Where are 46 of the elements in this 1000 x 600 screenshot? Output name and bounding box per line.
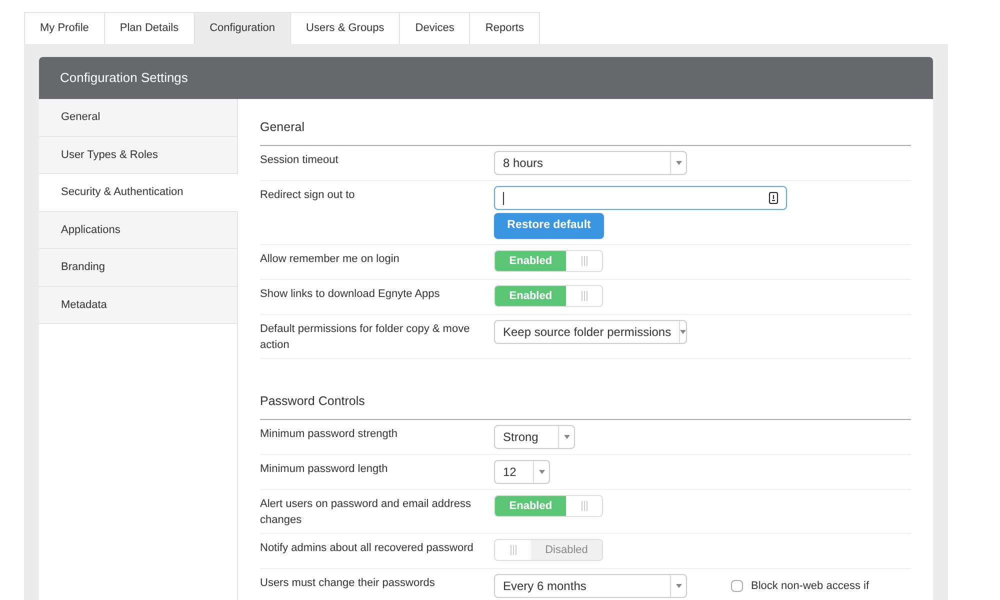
setting-label: Show links to download Egnyte Apps: [260, 287, 441, 302]
sidebar-item[interactable]: General: [39, 99, 237, 136]
section-title: Password Controls: [260, 394, 365, 408]
setting-label: Redirect sign out to: [260, 188, 356, 203]
checkbox[interactable]: [731, 580, 743, 592]
caret-icon: [538, 470, 544, 474]
setting-label: Allow remember me on login: [260, 252, 400, 267]
dropdown[interactable]: 12: [494, 460, 550, 484]
tab[interactable]: Users & Groups: [291, 12, 400, 44]
dropdown[interactable]: 8 hours: [494, 151, 687, 175]
sidebar-item[interactable]: User Types & Roles: [39, 136, 237, 174]
tab[interactable]: Configuration: [194, 12, 292, 44]
caret-icon: [680, 330, 686, 334]
toggle-label: Enabled: [495, 286, 566, 306]
caret-icon: [676, 161, 682, 165]
setting-label: Users must change their passwords: [260, 576, 436, 591]
url-field[interactable]: [494, 186, 787, 210]
setting-label: Notify admins about all recovered password: [260, 541, 474, 556]
setting-label: Minimum password length: [260, 462, 389, 477]
dropdown[interactable]: Every 6 months: [494, 574, 687, 598]
setting-label: Session timeout: [260, 153, 340, 168]
tab[interactable]: My Profile: [24, 12, 105, 44]
setting-label: Alert users on password and email address changes: [260, 497, 472, 528]
grip-icon: [580, 256, 588, 266]
caret-icon: [564, 435, 570, 439]
sidebar-item[interactable]: Branding: [39, 249, 237, 286]
dropdown[interactable]: Strong: [494, 425, 575, 449]
sidebar-item[interactable]: Security & Authentication: [39, 174, 238, 212]
sidebar-item[interactable]: Applications: [39, 212, 237, 249]
setting-label: Minimum password strength: [260, 427, 399, 442]
toggle-label: Enabled: [495, 251, 566, 271]
panel-title: Configuration Settings: [60, 69, 188, 88]
toggle-label: Disabled: [531, 540, 602, 560]
checkbox-label: Block non-web access if: [751, 579, 869, 594]
tab[interactable]: Reports: [470, 12, 540, 44]
toggle-label: Enabled: [495, 496, 566, 516]
dropdown[interactable]: Keep source folder permissions: [494, 320, 687, 344]
sidebar-item[interactable]: Metadata: [39, 286, 237, 324]
section-title: General: [260, 120, 304, 134]
setting-label: Default permissions for folder copy & move action: [260, 322, 471, 353]
tab[interactable]: Devices: [400, 12, 470, 44]
grip-icon: [510, 545, 516, 555]
tab[interactable]: Plan Details: [104, 12, 195, 44]
grip-icon: [580, 291, 588, 301]
grip-icon: [580, 501, 588, 511]
caret-icon: [676, 584, 682, 588]
